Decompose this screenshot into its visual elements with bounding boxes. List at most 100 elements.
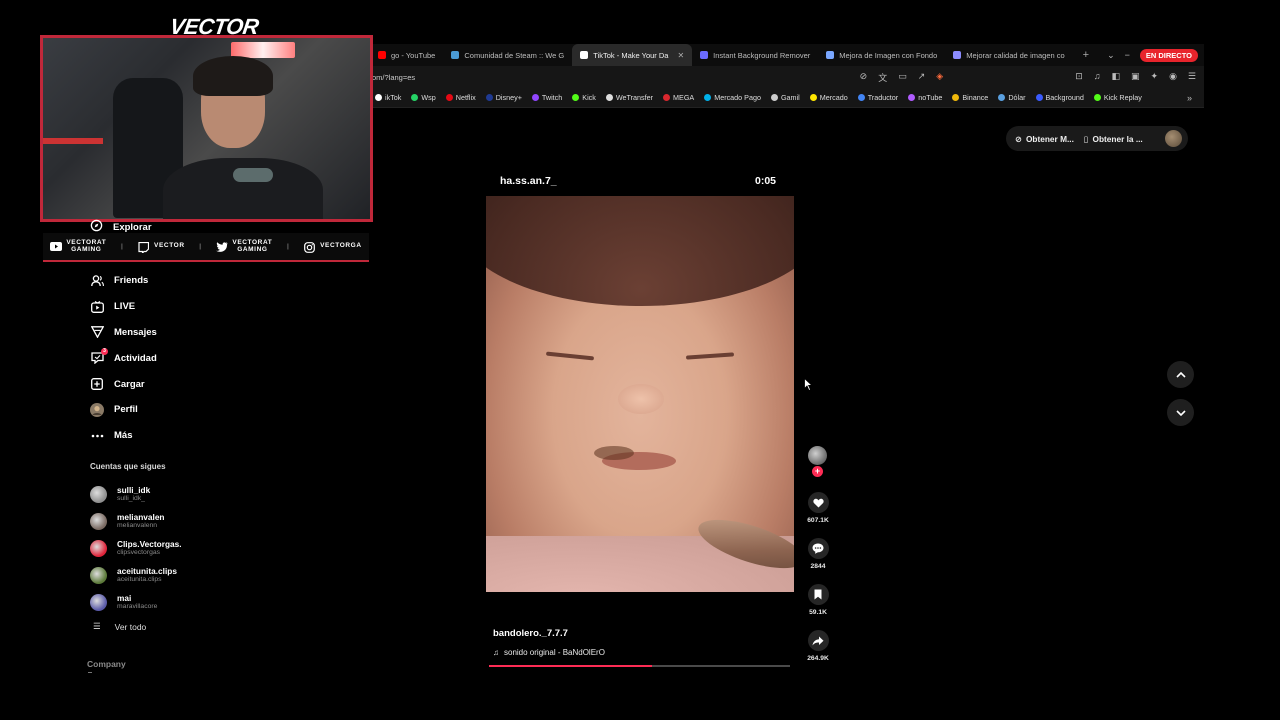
bookmark-item[interactable]: Netflix xyxy=(441,93,481,102)
sidebar-item-actividad[interactable]: 3 Actividad xyxy=(90,345,157,371)
video-author[interactable]: bandolero._7.7.7 xyxy=(493,628,568,639)
close-tab-icon[interactable]: ✕ xyxy=(677,51,684,60)
bookmark-favicon-icon xyxy=(572,94,580,101)
account-handle: clipsvectorgas xyxy=(117,549,161,556)
get-app-button[interactable]: ▯ Obtener la ... xyxy=(1084,134,1143,144)
company-heading[interactable]: Company xyxy=(87,659,126,669)
video-progress-bar[interactable] xyxy=(489,665,790,667)
bookmark-item[interactable]: MEGA xyxy=(658,93,699,102)
following-account[interactable]: mai maravillacore xyxy=(90,589,182,616)
bookmark-item[interactable]: Twitch xyxy=(527,93,567,102)
video-sound[interactable]: ♫ sonido original - BaNdOlErO xyxy=(493,648,605,657)
browser-tab[interactable]: Comunidad de Steam :: We G xyxy=(443,44,572,66)
bookmarks-overflow-icon[interactable]: » xyxy=(1187,93,1204,103)
sidebar-item-label: LIVE xyxy=(114,301,136,313)
bookmark-item[interactable]: Binance xyxy=(947,93,993,102)
sidebar-item-mensajes[interactable]: Mensajes xyxy=(90,320,157,346)
upload-icon xyxy=(90,377,104,391)
sidebar-nav: Friends LIVE Mensajes 3 Actividad Cargar Perfi… xyxy=(90,268,157,449)
bookmark-label: Kick xyxy=(582,93,596,102)
browser-tab[interactable]: Mejora de Imagen con Fondo xyxy=(818,44,945,66)
social-handle: VECTORAT GAMING xyxy=(50,239,106,253)
bookmark-favicon-icon xyxy=(809,94,817,101)
avatar xyxy=(90,567,107,584)
bookmark-item[interactable]: Kick Replay xyxy=(1089,93,1147,102)
like-button[interactable]: 607.1K xyxy=(804,492,832,524)
save-button[interactable]: 59.1K xyxy=(804,584,832,616)
following-account[interactable]: Clips.Vectorgas. clipsvectorgas xyxy=(90,535,182,562)
menu-icon[interactable]: ☰ xyxy=(1188,71,1196,84)
bookmark-item[interactable]: Background xyxy=(1031,93,1089,102)
creator-avatar[interactable] xyxy=(808,446,827,465)
sidebar-item-label: Actividad xyxy=(114,352,157,364)
avatar xyxy=(90,486,107,503)
bookmark-item[interactable]: Disney+ xyxy=(481,93,527,102)
sidebar-item-perfil[interactable]: Perfil xyxy=(90,397,157,423)
address-bar: om/?lang=es ⊘ 文 ▭ ↗ ◈ ⊡ ♫ ◧ ▣ ✦ ◉ ☰ xyxy=(370,66,1204,88)
previous-video-button[interactable] xyxy=(1167,361,1194,388)
bookmark-item[interactable]: Mercado xyxy=(805,93,853,102)
url-field[interactable]: om/?lang=es xyxy=(370,73,415,82)
stream-socials-bar: VECTORAT GAMING | VECTOR | VECTORAT GAMING | VEC… xyxy=(43,233,369,262)
minimize-icon[interactable]: − xyxy=(1125,50,1130,60)
image-icon xyxy=(953,51,962,59)
following-account[interactable]: sulli_idk sulli_idk_ xyxy=(90,481,182,508)
comment-count: 2844 xyxy=(810,563,826,570)
tab-title: Comunidad de Steam :: We G xyxy=(464,50,565,60)
bookmark-favicon-icon xyxy=(704,94,712,101)
tab-title: TikTok - Make Your Da xyxy=(593,50,669,60)
sidebar-item-label: Friends xyxy=(114,275,149,287)
following-account[interactable]: aceitunita.clips aceitunita.clips xyxy=(90,562,182,589)
account-name: aceitunita.clips xyxy=(117,566,177,576)
vpn-icon[interactable]: ◉ xyxy=(1169,71,1177,84)
share-button[interactable]: 264.9K xyxy=(804,630,832,662)
browser-tab[interactable]: TikTok - Make Your Da ✕ xyxy=(572,44,693,66)
bookmark-label: Twitch xyxy=(541,93,563,102)
media-icon[interactable]: ♫ xyxy=(1094,71,1101,84)
bookmark-item[interactable]: WeTransfer xyxy=(601,93,658,102)
sidebar-item-live[interactable]: LIVE xyxy=(90,294,157,320)
bookmark-item[interactable]: Traductor xyxy=(853,93,904,102)
browser-tab[interactable]: Mejorar calidad de imagen co xyxy=(945,44,1072,66)
video-player[interactable] xyxy=(486,196,794,592)
sidebar-item-friends[interactable]: Friends xyxy=(90,268,157,294)
bookmark-item[interactable]: Wsp xyxy=(406,93,440,102)
bookmark-item[interactable]: noTube xyxy=(903,93,947,102)
tab-list-chevron-icon[interactable]: ⌄ xyxy=(1107,50,1115,61)
bookmark-item[interactable]: Mercado Pago xyxy=(699,93,766,102)
video-baby-hair xyxy=(486,196,794,306)
top-actions-bar: ⊘ Obtener M... ▯ Obtener la ... xyxy=(1006,126,1188,151)
browser-tab[interactable]: go - YouTube xyxy=(370,44,443,66)
user-avatar[interactable] xyxy=(1165,130,1182,147)
following-account[interactable]: melianvalen melianvalenn xyxy=(90,508,182,535)
see-all-link[interactable]: ☰ Ver todo xyxy=(93,621,146,632)
sidebar-item-label: Perfil xyxy=(114,404,138,416)
sidebar-item-explorar[interactable]: Explorar xyxy=(90,219,152,235)
brave-shield-icon[interactable]: ◈ xyxy=(936,71,943,84)
video-chocolate-smear xyxy=(594,446,634,460)
bookmark-item[interactable]: Kick xyxy=(567,93,601,102)
account-name: Clips.Vectorgas. xyxy=(117,539,182,549)
next-video-button[interactable] xyxy=(1167,399,1194,426)
cast-icon[interactable]: ▭ xyxy=(898,71,907,84)
sidebar-item-cargar[interactable]: Cargar xyxy=(90,371,157,397)
translate-icon[interactable]: 文 xyxy=(878,71,887,84)
comment-button[interactable]: 2844 xyxy=(804,538,832,570)
get-coins-button[interactable]: ⊘ Obtener M... xyxy=(1015,134,1074,144)
bookmark-item[interactable]: Gamil xyxy=(766,93,805,102)
browser-tab[interactable]: Instant Background Remover xyxy=(692,44,818,66)
bookmark-item[interactable]: ikTok xyxy=(370,93,406,102)
account-name: mai xyxy=(117,593,132,603)
share-icon[interactable]: ↗ xyxy=(918,71,926,84)
tab-search-icon[interactable]: ▣ xyxy=(1131,71,1140,84)
sidebar-item-m-s[interactable]: Más xyxy=(90,423,157,449)
screenshot-icon[interactable]: ⊡ xyxy=(1075,71,1083,84)
new-tab-icon[interactable]: + xyxy=(1073,49,1099,61)
sidebar-icon[interactable]: ◧ xyxy=(1111,71,1120,84)
follow-plus-icon[interactable]: + xyxy=(812,466,823,477)
save-count: 59.1K xyxy=(809,609,827,616)
ai-icon[interactable]: ✦ xyxy=(1151,71,1159,84)
no-track-icon[interactable]: ⊘ xyxy=(860,71,868,84)
mouse-cursor-icon xyxy=(804,378,813,391)
bookmark-item[interactable]: Dólar xyxy=(993,93,1030,102)
